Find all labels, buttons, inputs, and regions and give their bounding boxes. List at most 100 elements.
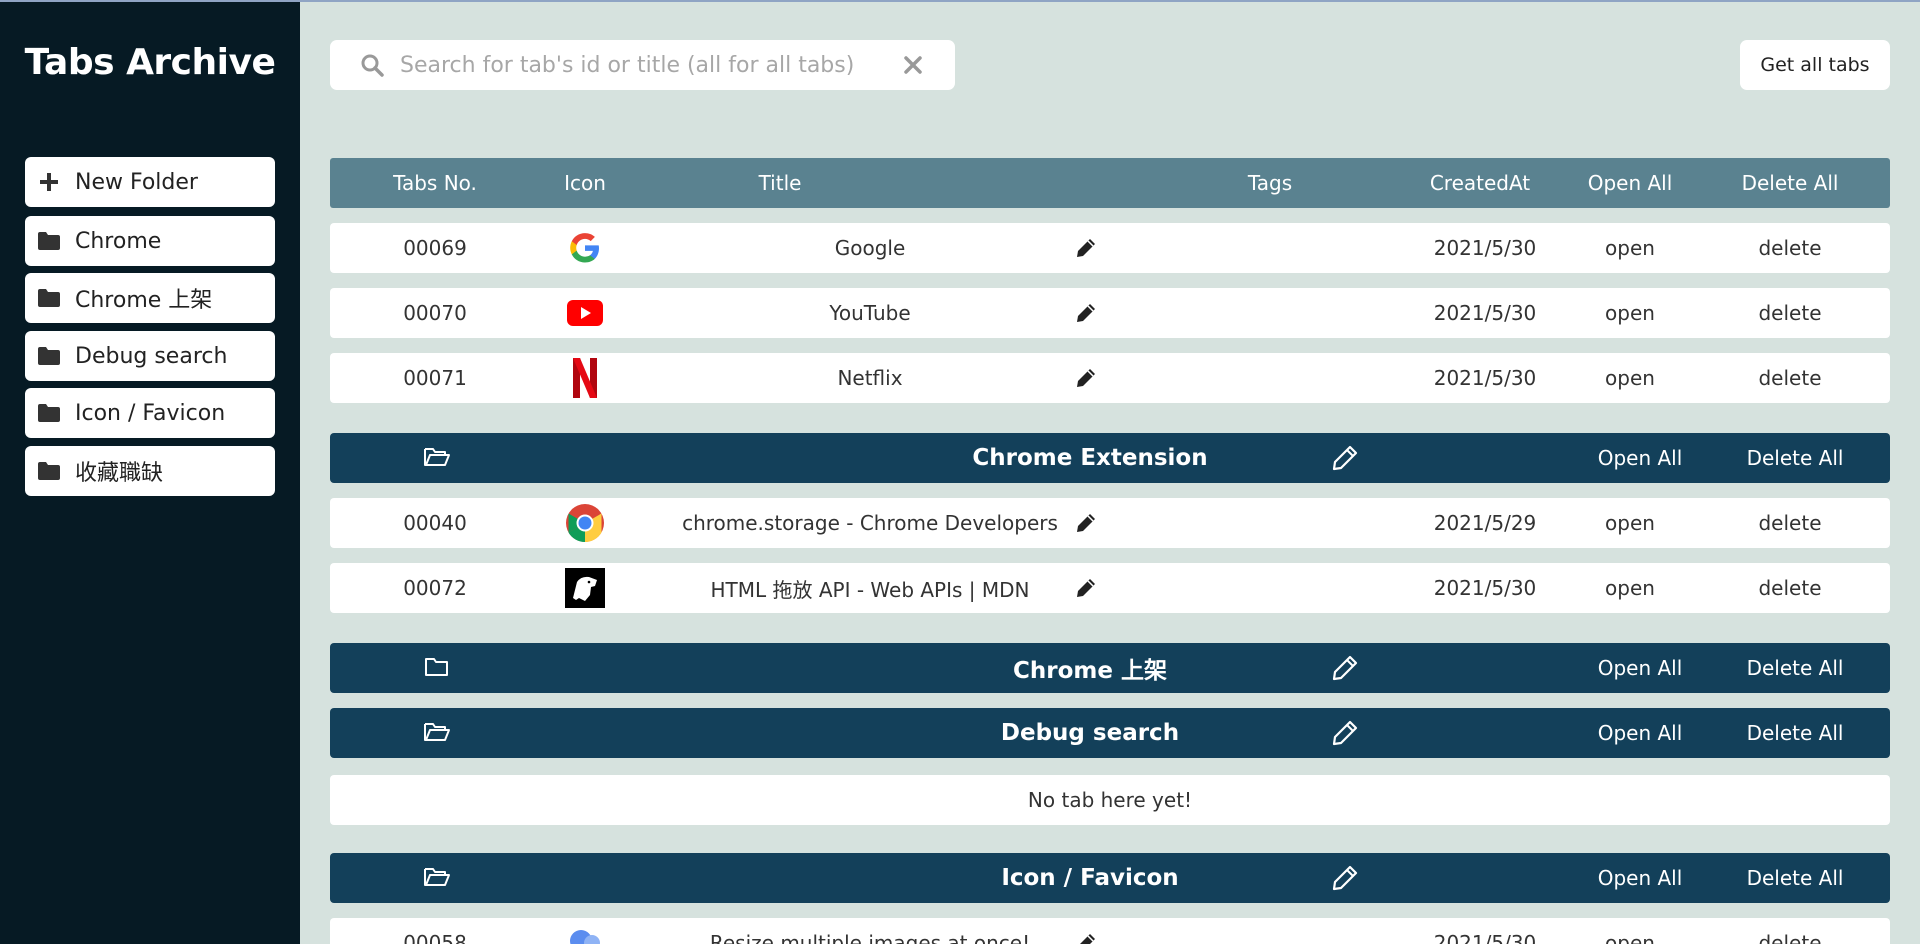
sidebar-item-chrome[interactable]: Chrome	[25, 216, 275, 266]
folder-delete-all[interactable]: Delete All	[1715, 853, 1875, 903]
folder-open-icon[interactable]	[423, 446, 451, 472]
folder-delete-all[interactable]: Delete All	[1715, 708, 1875, 758]
folder-open-all[interactable]: Open All	[1570, 853, 1710, 903]
tab-number: 00040	[403, 511, 467, 535]
folder-icon	[37, 460, 61, 482]
open-tab-link[interactable]: open	[1560, 223, 1700, 273]
folder-open-all[interactable]: Open All	[1570, 643, 1710, 693]
folder-header[interactable]: Icon / Favicon Open All Delete All	[330, 853, 1890, 903]
edit-folder-icon[interactable]	[1332, 445, 1358, 475]
sidebar-item-debug-search[interactable]: Debug search	[25, 331, 275, 381]
tab-number: 00058	[403, 931, 467, 944]
sidebar-item-icon-favicon[interactable]: Icon / Favicon	[25, 388, 275, 438]
edit-tags-icon[interactable]	[1076, 578, 1096, 598]
folder-name: Chrome Extension	[972, 445, 1208, 471]
empty-folder-message: No tab here yet!	[330, 775, 1890, 825]
edit-tags-icon[interactable]	[1076, 238, 1096, 258]
open-tab-link[interactable]: open	[1560, 918, 1700, 944]
cloud-icon	[565, 923, 605, 944]
chrome-icon	[565, 503, 605, 543]
created-date: 2021/5/30	[1433, 366, 1537, 390]
table-row: 00070 YouTube 2021/5/30 open delete	[330, 288, 1890, 338]
tab-icon-cell	[540, 563, 630, 613]
app-title: Tabs Archive	[24, 42, 276, 83]
folder-delete-all[interactable]: Delete All	[1715, 643, 1875, 693]
sidebar-item-chrome-listing[interactable]: Chrome 上架	[25, 273, 275, 323]
delete-tab-link[interactable]: delete	[1710, 288, 1870, 338]
folder-closed-icon[interactable]	[423, 656, 451, 682]
header-title: Title	[758, 171, 802, 195]
tab-title[interactable]: Resize multiple images at once!	[670, 918, 1070, 944]
tab-title[interactable]: YouTube	[670, 288, 1070, 338]
sidebar: Tabs Archive New Folder Chrome Chrome 上架…	[0, 0, 300, 944]
tab-title[interactable]: Netflix	[670, 353, 1070, 403]
table-row: 00058 Resize multiple images at once! 20…	[330, 918, 1890, 944]
edit-folder-icon[interactable]	[1332, 720, 1358, 750]
created-date: 2021/5/29	[1433, 511, 1537, 535]
open-tab-link[interactable]: open	[1560, 563, 1700, 613]
folder-delete-all[interactable]: Delete All	[1715, 433, 1875, 483]
edit-folder-icon[interactable]	[1332, 865, 1358, 895]
edit-tags-icon[interactable]	[1076, 303, 1096, 323]
tab-icon-cell	[540, 288, 630, 338]
open-tab-link[interactable]: open	[1560, 498, 1700, 548]
new-folder-button[interactable]: New Folder	[25, 157, 275, 207]
folder-icon	[37, 402, 61, 424]
delete-tab-link[interactable]: delete	[1710, 223, 1870, 273]
table-row: 00072 HTML 拖放 API - Web APIs | MDN 2021/…	[330, 563, 1890, 613]
created-date: 2021/5/30	[1433, 576, 1537, 600]
tab-icon-cell	[540, 498, 630, 548]
table-row: 00040 chrome.storage - Chrome Developers…	[330, 498, 1890, 548]
tab-icon-cell	[540, 918, 630, 944]
header-created-at: CreatedAt	[1429, 171, 1531, 195]
created-date: 2021/5/30	[1433, 236, 1537, 260]
sidebar-item-saved-jobs[interactable]: 收藏職缺	[25, 446, 275, 496]
tab-number: 00071	[403, 366, 467, 390]
window-top-border	[0, 0, 1920, 2]
delete-tab-link[interactable]: delete	[1710, 498, 1870, 548]
open-tab-link[interactable]: open	[1560, 288, 1700, 338]
sidebar-item-label: Icon / Favicon	[75, 400, 226, 426]
edit-tags-icon[interactable]	[1076, 933, 1096, 944]
delete-tab-link[interactable]: delete	[1710, 563, 1870, 613]
folder-header[interactable]: Chrome 上架 Open All Delete All	[330, 643, 1890, 693]
tab-icon-cell	[540, 353, 630, 403]
edit-tags-icon[interactable]	[1076, 513, 1096, 533]
tab-title[interactable]: chrome.storage - Chrome Developers	[670, 498, 1070, 548]
header-open-all[interactable]: Open All	[1560, 158, 1700, 208]
folder-name: Icon / Favicon	[1001, 865, 1179, 891]
folder-name: Debug search	[1000, 720, 1180, 746]
folder-open-all[interactable]: Open All	[1570, 433, 1710, 483]
tabs-table: Tabs No. Icon Title Tags CreatedAt Open …	[330, 0, 1890, 944]
tab-title[interactable]: Google	[670, 223, 1070, 273]
tab-number: 00072	[403, 576, 467, 600]
tab-number: 00070	[403, 301, 467, 325]
tab-title[interactable]: HTML 拖放 API - Web APIs | MDN	[670, 563, 1070, 613]
header-delete-all[interactable]: Delete All	[1710, 158, 1870, 208]
header-tabs-no: Tabs No.	[393, 171, 477, 195]
sidebar-item-label: Chrome	[75, 228, 162, 254]
folder-open-all[interactable]: Open All	[1570, 708, 1710, 758]
netflix-icon	[565, 358, 605, 398]
youtube-icon	[565, 293, 605, 333]
open-tab-link[interactable]: open	[1560, 353, 1700, 403]
created-date: 2021/5/30	[1433, 301, 1537, 325]
table-row: 00069 Google 2021/5/30 open delete	[330, 223, 1890, 273]
folder-open-icon[interactable]	[423, 866, 451, 892]
folder-icon	[37, 230, 61, 252]
edit-folder-icon[interactable]	[1332, 655, 1358, 685]
table-row: 00071 Netflix 2021/5/30 open delete	[330, 353, 1890, 403]
folder-icon	[37, 287, 61, 309]
edit-tags-icon[interactable]	[1076, 368, 1096, 388]
header-tags: Tags	[1247, 171, 1293, 195]
delete-tab-link[interactable]: delete	[1710, 353, 1870, 403]
google-icon	[565, 228, 605, 268]
mdn-icon	[565, 568, 605, 608]
folder-name: Chrome 上架	[1013, 658, 1167, 684]
delete-tab-link[interactable]: delete	[1710, 918, 1870, 944]
sidebar-item-label: New Folder	[75, 169, 198, 195]
created-date: 2021/5/30	[1433, 931, 1537, 944]
folder-header[interactable]: Debug search Open All Delete All	[330, 708, 1890, 758]
folder-open-icon[interactable]	[423, 721, 451, 747]
folder-header[interactable]: Chrome Extension Open All Delete All	[330, 433, 1890, 483]
